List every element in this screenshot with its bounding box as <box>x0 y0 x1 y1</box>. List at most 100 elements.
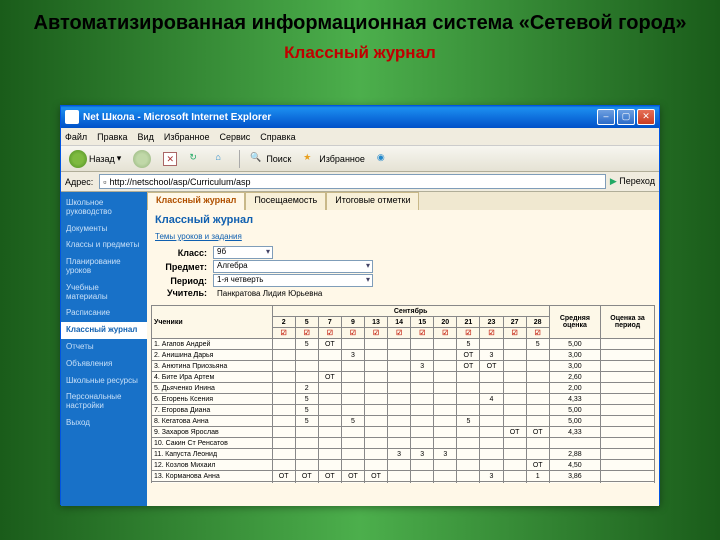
grade-cell[interactable] <box>526 350 549 361</box>
grade-cell[interactable] <box>272 372 295 383</box>
topics-link[interactable]: Темы уроков и задания <box>147 230 250 243</box>
grade-cell[interactable] <box>295 372 318 383</box>
day-header[interactable]: 2 <box>272 317 295 328</box>
student-name[interactable]: 3. Анютина Приозьяна <box>152 361 273 372</box>
sidebar-item[interactable]: Объявления <box>61 356 147 373</box>
grade-cell[interactable] <box>434 427 457 438</box>
grade-cell[interactable] <box>480 416 503 427</box>
class-select[interactable]: 9б <box>213 246 273 259</box>
day-header[interactable]: 23 <box>480 317 503 328</box>
grade-cell[interactable] <box>272 383 295 394</box>
grade-cell[interactable]: 5 <box>295 339 318 350</box>
day-header[interactable]: 7 <box>318 317 341 328</box>
back-button[interactable]: Назад ▾ <box>65 148 125 170</box>
grade-cell[interactable] <box>318 394 341 405</box>
grade-cell[interactable] <box>295 350 318 361</box>
grade-cell[interactable] <box>388 361 411 372</box>
day-header[interactable]: 20 <box>434 317 457 328</box>
grade-cell[interactable] <box>480 427 503 438</box>
grade-cell[interactable] <box>411 482 434 484</box>
sidebar-item[interactable]: Отчеты <box>61 339 147 356</box>
grade-cell[interactable]: 5 <box>295 405 318 416</box>
tab[interactable]: Классный журнал <box>147 192 245 210</box>
grade-cell[interactable] <box>526 405 549 416</box>
period-grade-cell[interactable] <box>601 438 655 449</box>
day-check[interactable]: ☑ <box>295 328 318 339</box>
grade-cell[interactable] <box>318 350 341 361</box>
period-grade-cell[interactable] <box>601 427 655 438</box>
day-check[interactable]: ☑ <box>411 328 434 339</box>
close-button[interactable]: ✕ <box>637 109 655 125</box>
grade-cell[interactable] <box>526 394 549 405</box>
day-check[interactable]: ☑ <box>341 328 364 339</box>
student-name[interactable]: 5. Дьяченко Инина <box>152 383 273 394</box>
student-name[interactable]: 8. Кегатова Анна <box>152 416 273 427</box>
grade-cell[interactable] <box>434 438 457 449</box>
day-header[interactable]: 5 <box>295 317 318 328</box>
grade-cell[interactable] <box>411 405 434 416</box>
grade-cell[interactable] <box>411 394 434 405</box>
grade-cell[interactable] <box>457 438 480 449</box>
grade-cell[interactable] <box>457 449 480 460</box>
grade-cell[interactable] <box>341 339 364 350</box>
period-grade-cell[interactable] <box>601 372 655 383</box>
grade-cell[interactable] <box>503 394 526 405</box>
grade-cell[interactable] <box>295 361 318 372</box>
grade-cell[interactable] <box>457 482 480 484</box>
day-check[interactable]: ☑ <box>364 328 387 339</box>
grade-cell[interactable] <box>272 449 295 460</box>
grade-cell[interactable] <box>411 339 434 350</box>
grade-cell[interactable] <box>272 460 295 471</box>
grade-cell[interactable] <box>364 372 387 383</box>
grade-cell[interactable] <box>503 361 526 372</box>
grade-cell[interactable] <box>388 394 411 405</box>
grade-cell[interactable] <box>434 416 457 427</box>
grade-cell[interactable] <box>503 449 526 460</box>
grade-cell[interactable] <box>411 471 434 482</box>
grade-cell[interactable]: ОТ <box>318 339 341 350</box>
student-name[interactable]: 1. Агапов Андрей <box>152 339 273 350</box>
grade-cell[interactable] <box>272 427 295 438</box>
day-check[interactable]: ☑ <box>434 328 457 339</box>
tab[interactable]: Итоговые отметки <box>326 192 419 210</box>
grade-cell[interactable]: 3 <box>388 449 411 460</box>
grade-cell[interactable]: 5 <box>526 339 549 350</box>
grade-cell[interactable] <box>272 405 295 416</box>
grade-cell[interactable]: 3 <box>341 350 364 361</box>
grade-cell[interactable]: ОТ <box>364 471 387 482</box>
grade-cell[interactable] <box>341 438 364 449</box>
grade-cell[interactable]: 2 <box>295 383 318 394</box>
grade-cell[interactable] <box>503 383 526 394</box>
grade-cell[interactable]: 1 <box>526 471 549 482</box>
grade-cell[interactable] <box>341 372 364 383</box>
grade-cell[interactable] <box>411 350 434 361</box>
grade-cell[interactable]: 5 <box>457 339 480 350</box>
grade-cell[interactable]: ОТ <box>503 427 526 438</box>
grade-cell[interactable] <box>434 460 457 471</box>
day-header[interactable]: 28 <box>526 317 549 328</box>
grade-cell[interactable] <box>457 394 480 405</box>
day-header[interactable]: 13 <box>364 317 387 328</box>
grade-cell[interactable]: ОТ <box>526 460 549 471</box>
grade-cell[interactable] <box>272 482 295 484</box>
grade-cell[interactable] <box>318 460 341 471</box>
subject-select[interactable]: Алгебра <box>213 260 373 273</box>
grade-cell[interactable] <box>364 449 387 460</box>
grade-cell[interactable] <box>318 383 341 394</box>
grade-cell[interactable]: 3 <box>480 350 503 361</box>
grade-cell[interactable] <box>457 460 480 471</box>
day-header[interactable]: 14 <box>388 317 411 328</box>
grade-cell[interactable] <box>272 416 295 427</box>
grade-cell[interactable] <box>388 416 411 427</box>
grade-cell[interactable] <box>388 372 411 383</box>
sidebar-item[interactable]: Планирование уроков <box>61 254 147 280</box>
sidebar-item[interactable]: Школьное руководство <box>61 195 147 221</box>
grade-cell[interactable]: ОТ <box>480 361 503 372</box>
grade-cell[interactable] <box>388 427 411 438</box>
student-name[interactable]: 9. Захаров Ярослав <box>152 427 273 438</box>
grade-cell[interactable]: ОТ <box>457 350 480 361</box>
day-check[interactable]: ☑ <box>457 328 480 339</box>
grade-cell[interactable] <box>295 427 318 438</box>
grade-cell[interactable] <box>457 471 480 482</box>
grade-cell[interactable] <box>364 427 387 438</box>
